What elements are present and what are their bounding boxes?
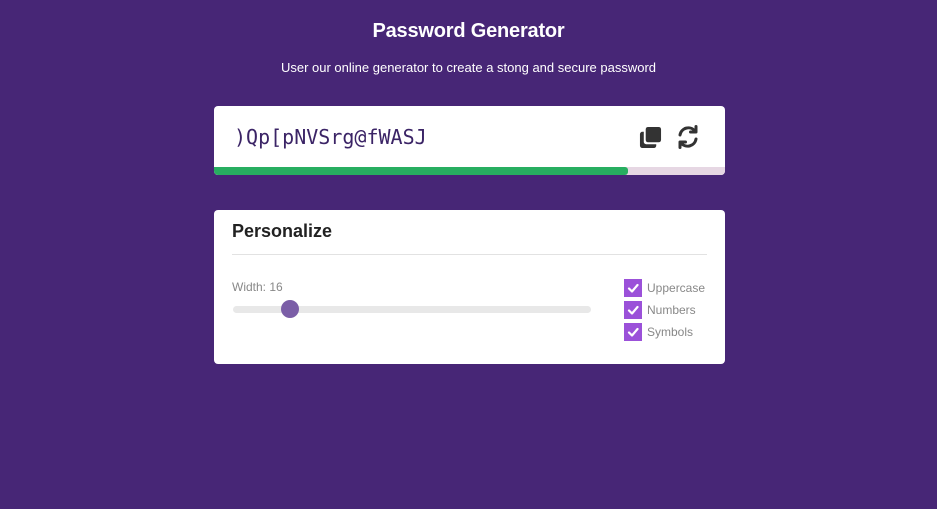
refresh-button[interactable] [675,124,701,150]
symbols-checkbox[interactable] [624,323,642,341]
numbers-checkbox[interactable] [624,301,642,319]
option-symbols[interactable]: Symbols [624,323,705,341]
check-icon [627,327,639,337]
divider [232,254,707,255]
symbols-label: Symbols [647,325,694,339]
option-numbers[interactable]: Numbers [624,301,705,319]
option-uppercase[interactable]: Uppercase [624,279,705,297]
width-slider[interactable] [233,300,591,318]
copy-icon [639,126,661,148]
password-output[interactable]: )Qp[pNVSrg@fWASJ [234,125,427,149]
uppercase-label: Uppercase [647,281,706,295]
check-icon [627,283,639,293]
uppercase-checkbox[interactable] [624,279,642,297]
strength-bar-fill [214,167,628,175]
settings-title: Personalize [232,221,333,241]
check-icon [627,305,639,315]
options-list: Uppercase Numbers Symbols [624,279,705,345]
copy-button[interactable] [637,124,663,150]
page-subtitle: User our online generator to create a st… [280,60,657,75]
page-title: Password Generator [372,20,565,42]
refresh-icon [678,125,698,149]
width-label: Width: 16 [232,280,283,294]
width-slider-thumb[interactable] [281,300,300,318]
settings-card: Personalize Width: 16 Uppercase Numbers … [214,210,725,364]
password-card: )Qp[pNVSrg@fWASJ [214,106,725,175]
numbers-label: Numbers [647,303,696,317]
strength-bar [214,167,725,175]
